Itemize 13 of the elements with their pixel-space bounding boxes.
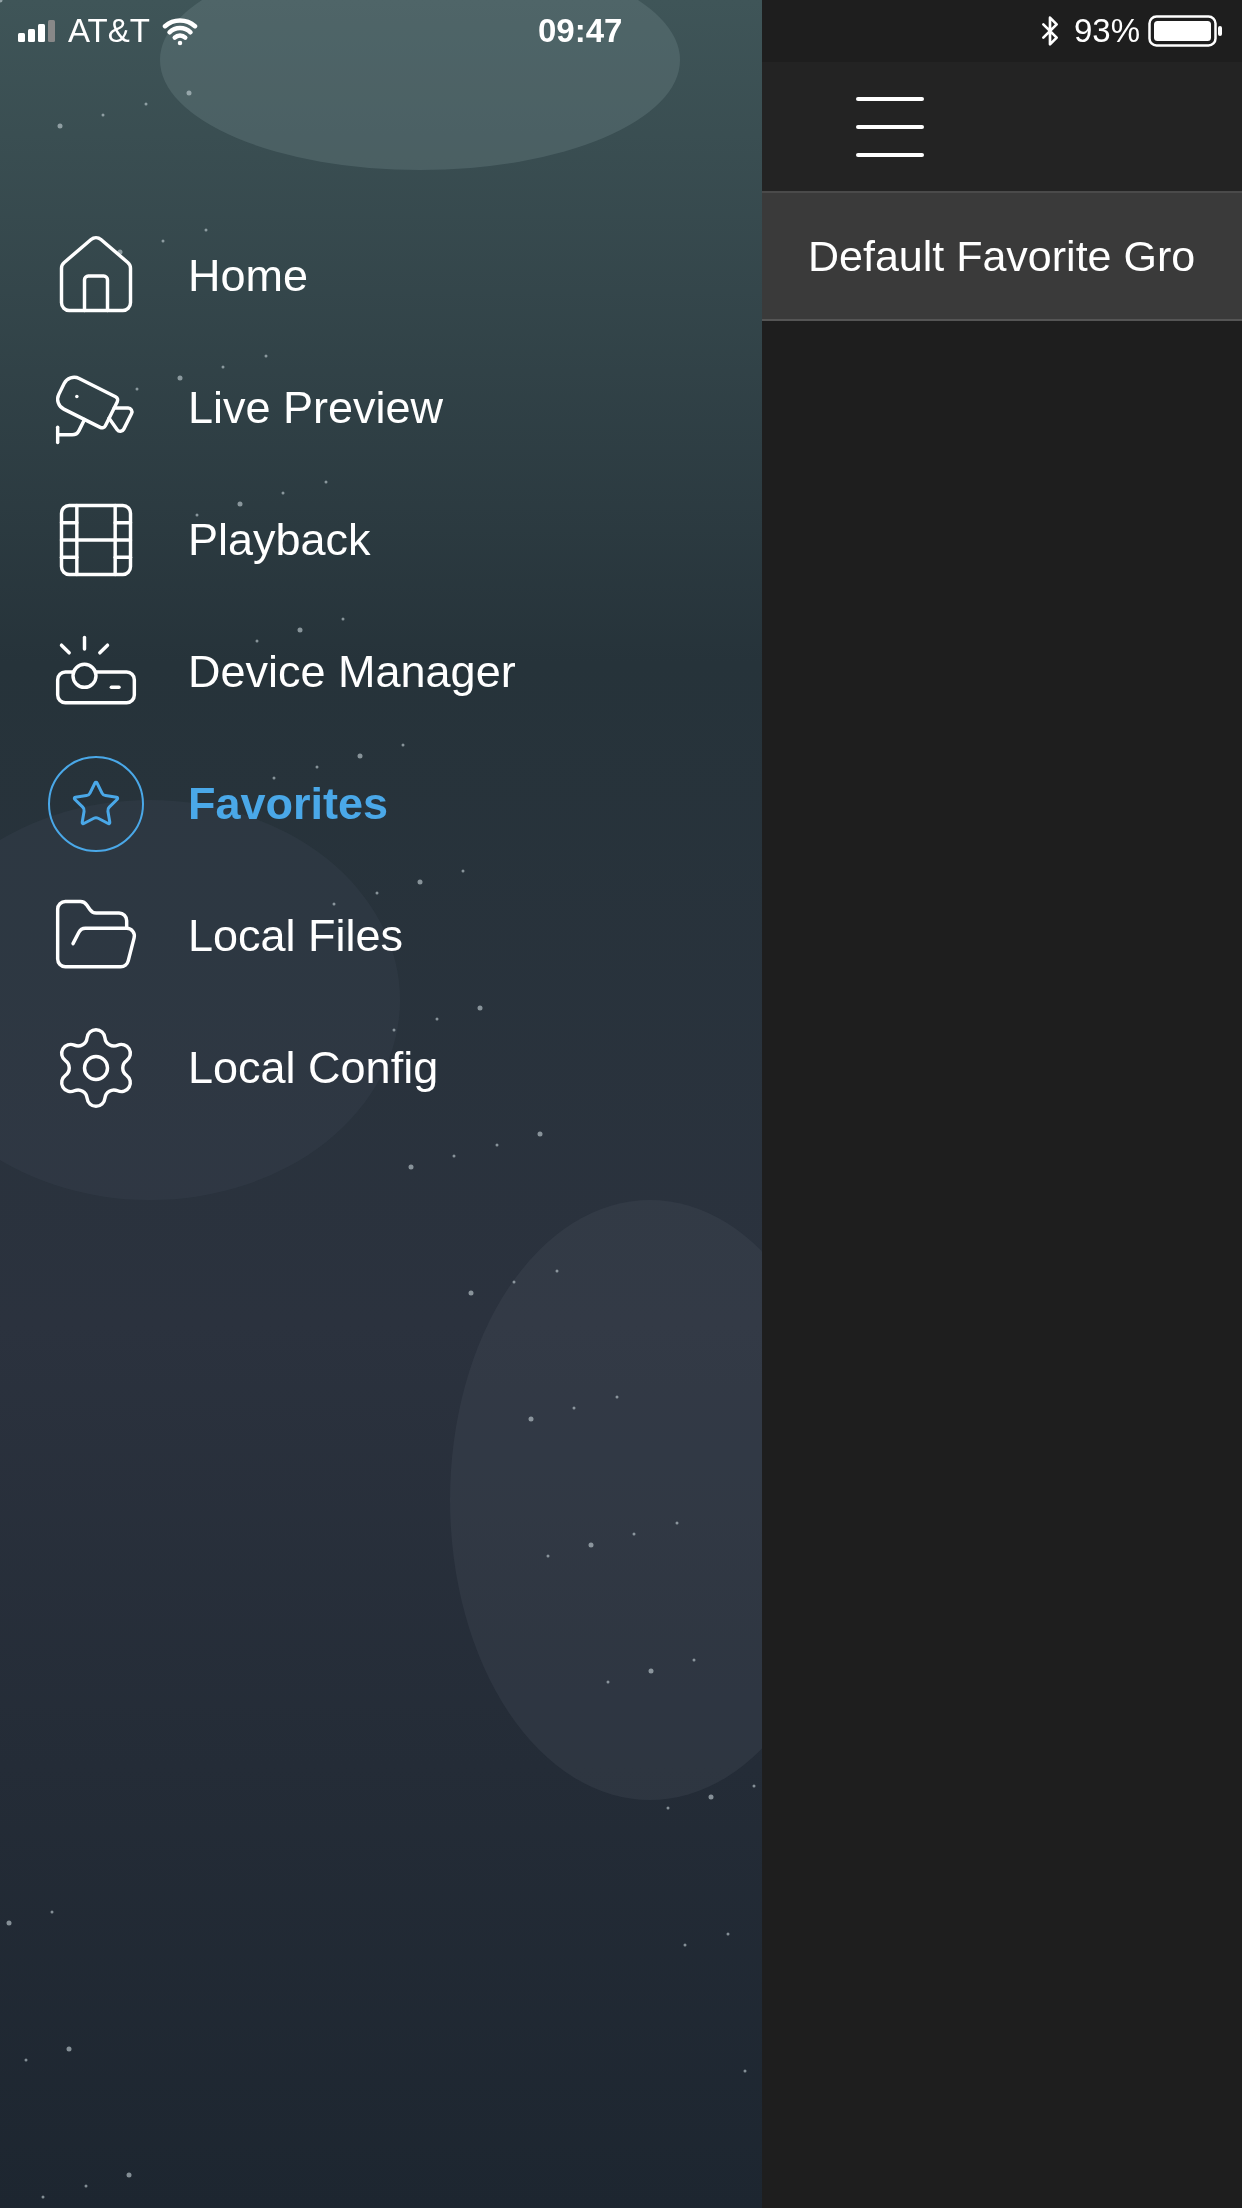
sidebar-item[interactable]: Favorites [0, 760, 762, 848]
battery-icon [1148, 15, 1224, 47]
signal-icon [18, 20, 56, 42]
status-time: 09:47 [538, 11, 623, 52]
sidebar-item[interactable]: Local Config [0, 1024, 762, 1112]
sidebar-item[interactable]: Playback [0, 496, 762, 584]
sidebar-item[interactable]: Local Files [0, 892, 762, 980]
sidebar-item[interactable]: Device Manager [0, 628, 762, 716]
carrier-name: AT&T [68, 11, 150, 52]
sidebar-item[interactable]: Home [0, 232, 762, 320]
favorite-group-row[interactable]: Default Favorite Gro [762, 193, 1242, 321]
sidebar-item[interactable]: Live Preview [0, 364, 762, 452]
battery-percent: 93% [1073, 11, 1140, 52]
